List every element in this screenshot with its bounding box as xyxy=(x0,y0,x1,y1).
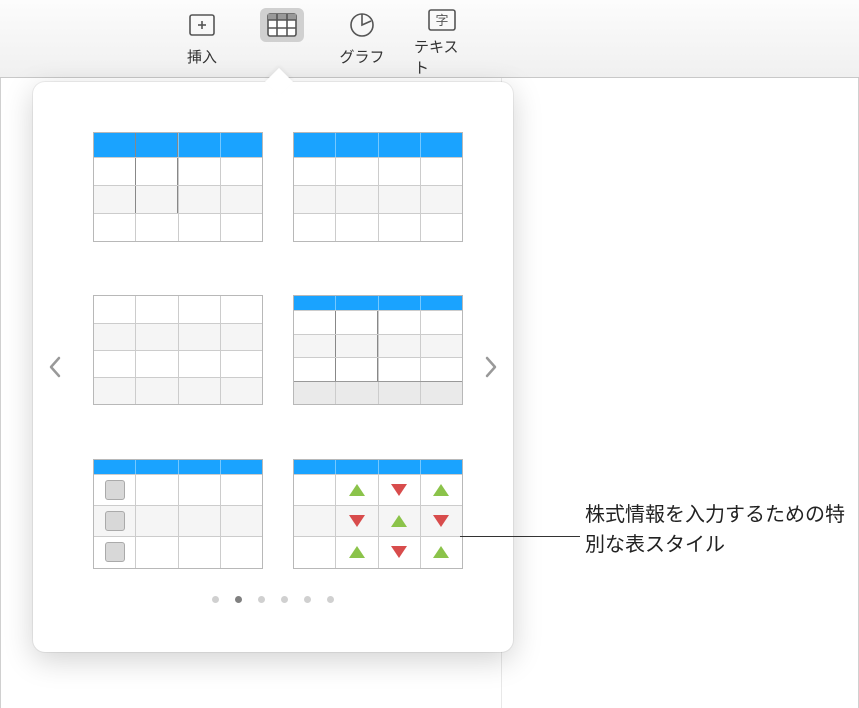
page-dot-2[interactable] xyxy=(235,596,242,603)
chevron-left-icon xyxy=(48,356,62,378)
textbox-icon: 字 xyxy=(427,8,457,32)
table-style-3[interactable] xyxy=(93,295,263,408)
toolbar-text[interactable]: 字 テキスト xyxy=(414,8,470,77)
toolbar-text-label: テキスト xyxy=(414,36,470,78)
page-dot-4[interactable] xyxy=(281,596,288,603)
prev-page-button[interactable] xyxy=(45,352,65,382)
insert-icon xyxy=(188,13,216,37)
table-style-5[interactable] xyxy=(93,459,263,572)
up-arrow-icon xyxy=(433,546,449,558)
callout-text: 株式情報を入力するための特別な表スタイル xyxy=(585,500,845,560)
toolbar-chart-label: グラフ xyxy=(339,46,384,67)
callout-line xyxy=(460,536,580,537)
table-style-grid xyxy=(73,122,473,572)
chart-icon xyxy=(349,12,375,38)
down-arrow-icon xyxy=(433,515,449,527)
chevron-right-icon xyxy=(484,356,498,378)
table-style-1[interactable] xyxy=(93,132,263,245)
checkbox-icon xyxy=(105,480,125,500)
toolbar-chart[interactable]: グラフ xyxy=(334,8,390,77)
down-arrow-icon xyxy=(391,484,407,496)
toolbar-insert[interactable]: 挿入 xyxy=(174,8,230,77)
up-arrow-icon xyxy=(349,546,365,558)
page-dot-6[interactable] xyxy=(327,596,334,603)
table-style-popover xyxy=(33,82,513,652)
toolbar: 挿入 グラフ 字 xyxy=(0,0,859,78)
next-page-button[interactable] xyxy=(481,352,501,382)
page-dot-3[interactable] xyxy=(258,596,265,603)
checkbox-icon xyxy=(105,542,125,562)
up-arrow-icon xyxy=(349,484,365,496)
table-style-2[interactable] xyxy=(293,132,463,245)
table-icon xyxy=(267,13,297,37)
toolbar-table[interactable] xyxy=(254,8,310,77)
page-dot-1[interactable] xyxy=(212,596,219,603)
page-indicator xyxy=(73,596,473,603)
up-arrow-icon xyxy=(391,515,407,527)
toolbar-insert-label: 挿入 xyxy=(187,46,217,67)
page-dot-5[interactable] xyxy=(304,596,311,603)
down-arrow-icon xyxy=(391,546,407,558)
table-style-stock[interactable] xyxy=(293,459,463,572)
svg-text:字: 字 xyxy=(435,13,448,28)
table-style-4[interactable] xyxy=(293,295,463,408)
up-arrow-icon xyxy=(433,484,449,496)
checkbox-icon xyxy=(105,511,125,531)
down-arrow-icon xyxy=(349,515,365,527)
